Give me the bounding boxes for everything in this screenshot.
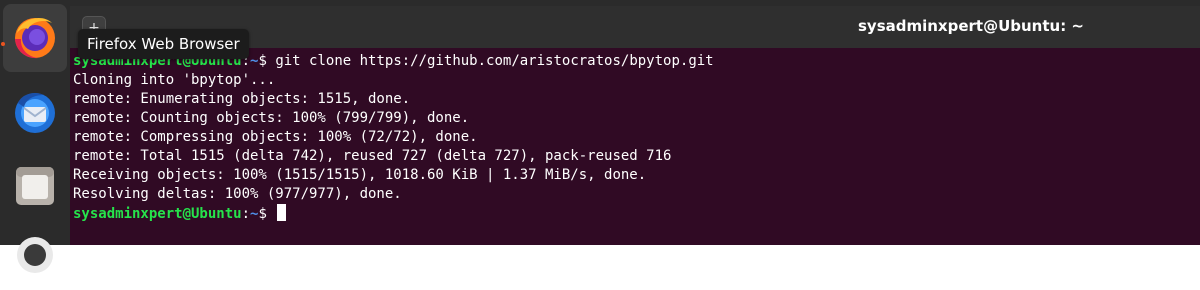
output-line: remote: Enumerating objects: 1515, done.: [73, 91, 411, 107]
dock-item-firefox[interactable]: [1, 4, 67, 72]
prompt-end: $: [258, 53, 267, 69]
dock-tooltip: Firefox Web Browser: [78, 29, 249, 59]
output-line: remote: Total 1515 (delta 742), reused 7…: [73, 148, 672, 164]
output-line: remote: Compressing objects: 100% (72/72…: [73, 129, 478, 145]
files-icon: [16, 167, 54, 205]
output-line: Resolving deltas: 100% (977/977), done.: [73, 186, 402, 202]
window-title: sysadminxpert@Ubuntu: ~: [857, 17, 1084, 35]
prompt-line: sysadminxpert@Ubuntu:~$: [73, 204, 714, 223]
command-text: git clone https://github.com/aristocrato…: [266, 53, 714, 69]
firefox-icon: [15, 18, 55, 59]
prompt-end: $: [258, 206, 267, 222]
prompt-user: sysadminxpert@Ubuntu: [73, 206, 242, 222]
output-line: Receiving objects: 100% (1515/1515), 101…: [73, 167, 647, 183]
dock: [0, 0, 70, 273]
thunderbird-icon: [15, 93, 55, 133]
rhythmbox-icon: [17, 237, 53, 273]
output-line: remote: Counting objects: 100% (799/799)…: [73, 110, 470, 126]
running-indicator: [1, 42, 5, 46]
terminal-output-area[interactable]: sysadminxpert@Ubuntu:~$ git clone https:…: [70, 48, 1200, 245]
dock-item-thunderbird[interactable]: [3, 80, 67, 148]
dock-item-files[interactable]: [3, 152, 67, 220]
output-line: Cloning into 'bpytop'...: [73, 72, 276, 88]
text-cursor: [277, 204, 287, 221]
prompt-separator: :: [241, 206, 251, 222]
dock-item-rhythmbox[interactable]: [3, 222, 67, 290]
